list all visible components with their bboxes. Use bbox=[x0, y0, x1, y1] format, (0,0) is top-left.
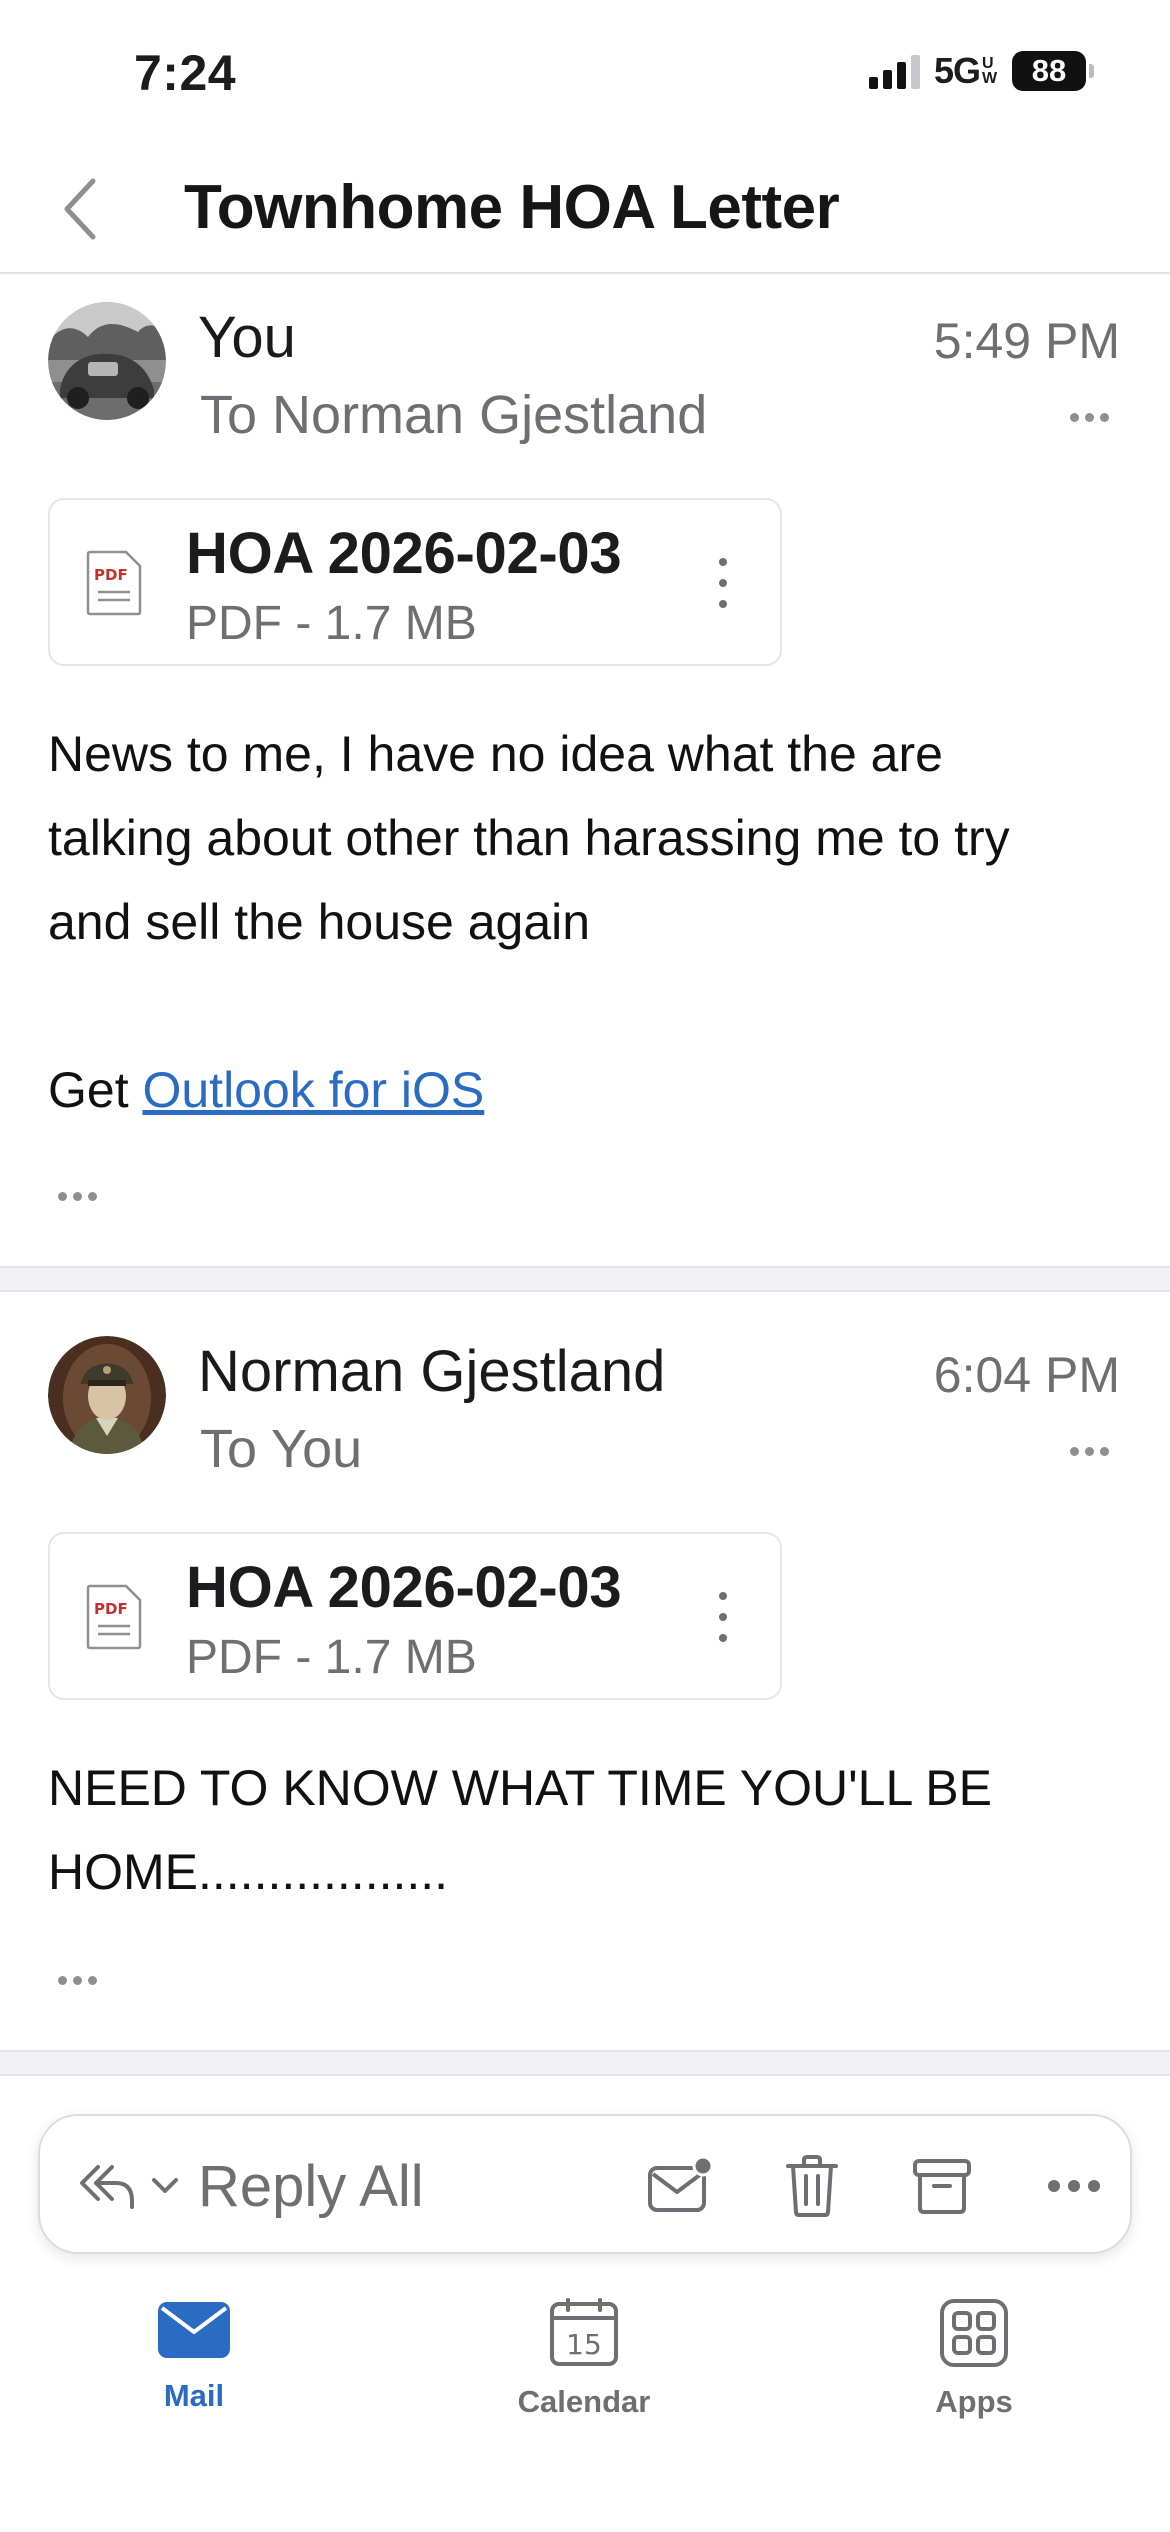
reply-action-bar: Reply All bbox=[38, 2114, 1132, 2254]
avatar-image bbox=[48, 1336, 166, 1454]
body-line: and sell the house again bbox=[48, 894, 591, 950]
calendar-icon: 15 bbox=[550, 2298, 618, 2366]
message-time: 5:49 PM bbox=[933, 313, 1120, 369]
tab-label: Calendar bbox=[517, 2384, 651, 2419]
trash-icon bbox=[786, 2155, 838, 2217]
attachment-meta: PDF - 1.7 MB bbox=[186, 1631, 477, 1684]
archive-button[interactable] bbox=[906, 2150, 978, 2222]
signature-prefix: Get bbox=[48, 1062, 143, 1118]
back-button[interactable] bbox=[44, 174, 114, 244]
outlook-link[interactable]: Outlook for iOS bbox=[142, 1062, 484, 1118]
body-line: NEED TO KNOW WHAT TIME YOU'LL BE bbox=[48, 1760, 992, 1816]
message-time: 6:04 PM bbox=[933, 1347, 1120, 1403]
recipient-line[interactable]: To You bbox=[200, 1418, 362, 1480]
attachment-menu-icon[interactable] bbox=[716, 558, 730, 608]
pdf-label: PDF bbox=[94, 1600, 128, 1618]
status-indicators: 5G UW 88 bbox=[868, 50, 1094, 92]
reply-all-label: Reply All bbox=[198, 2153, 424, 2219]
mark-unread-button[interactable] bbox=[644, 2150, 716, 2222]
reply-all-icon bbox=[80, 2165, 134, 2209]
message-2: Norman Gjestland To You 6:04 PM PDF HOA … bbox=[0, 1310, 1170, 2050]
message-more-icon[interactable] bbox=[1070, 410, 1114, 424]
attachment-meta: PDF - 1.7 MB bbox=[186, 597, 477, 650]
calendar-day: 15 bbox=[566, 2328, 602, 2361]
battery-icon: 88 bbox=[1012, 51, 1094, 91]
avatar-image bbox=[48, 302, 166, 420]
reply-all-button[interactable]: Reply All bbox=[76, 2144, 424, 2228]
network-type: 5G bbox=[933, 50, 981, 91]
status-time: 7:24 bbox=[134, 45, 237, 101]
body-line: HOME.................. bbox=[48, 1844, 449, 1900]
tab-label: Apps bbox=[935, 2384, 1013, 2419]
tab-apps[interactable]: Apps bbox=[854, 2298, 1094, 2420]
pdf-label: PDF bbox=[94, 566, 128, 584]
chevron-left-icon bbox=[64, 178, 96, 240]
thread-title: Townhome HOA Letter bbox=[184, 173, 840, 242]
show-quoted-icon[interactable] bbox=[58, 1976, 108, 1990]
email-signature: Get Outlook for iOS bbox=[48, 1048, 1138, 1132]
message-body: NEED TO KNOW WHAT TIME YOU'LL BE HOME...… bbox=[48, 1746, 1138, 1914]
more-actions-button[interactable] bbox=[1038, 2150, 1110, 2222]
sender-name: Norman Gjestland bbox=[198, 1339, 666, 1404]
status-bar: 7:24 5G UW 88 bbox=[0, 0, 1170, 150]
tab-calendar[interactable]: 15 Calendar bbox=[464, 2298, 704, 2420]
delete-button[interactable] bbox=[776, 2150, 848, 2222]
attachment-name: HOA 2026-02-03 bbox=[186, 521, 622, 586]
message-1: You To Norman Gjestland 5:49 PM PDF HOA … bbox=[0, 276, 1170, 1266]
mark-unread-icon bbox=[648, 2156, 713, 2212]
thread-header: Townhome HOA Letter bbox=[0, 150, 1170, 274]
show-quoted-icon[interactable] bbox=[58, 1192, 108, 1206]
avatar[interactable] bbox=[48, 302, 166, 420]
pdf-file-icon: PDF bbox=[86, 550, 142, 616]
sender-name: You bbox=[198, 305, 296, 370]
recipient-line[interactable]: To Norman Gjestland bbox=[200, 384, 707, 446]
message-separator bbox=[0, 1266, 1170, 1292]
more-icon bbox=[1048, 2180, 1100, 2192]
tab-mail[interactable]: Mail bbox=[74, 2298, 314, 2414]
battery-level: 88 bbox=[1012, 51, 1086, 91]
message-separator bbox=[0, 2050, 1170, 2076]
body-line: talking about other than harassing me to… bbox=[48, 810, 1010, 866]
pdf-file-icon: PDF bbox=[86, 1584, 142, 1650]
tab-bar: Mail 15 Calendar Apps bbox=[0, 2270, 1170, 2532]
attachment-card[interactable]: PDF HOA 2026-02-03 PDF - 1.7 MB bbox=[48, 498, 782, 666]
network-badge: UW bbox=[982, 55, 998, 87]
attachment-name: HOA 2026-02-03 bbox=[186, 1555, 622, 1620]
archive-icon bbox=[913, 2159, 971, 2214]
mail-icon bbox=[158, 2302, 230, 2358]
message-more-icon[interactable] bbox=[1070, 1444, 1114, 1458]
apps-icon bbox=[940, 2299, 1008, 2367]
body-line: News to me, I have no idea what the are bbox=[48, 726, 943, 782]
signal-strength-icon bbox=[868, 53, 920, 89]
attachment-menu-icon[interactable] bbox=[716, 1592, 730, 1642]
chevron-down-icon[interactable] bbox=[148, 2174, 182, 2198]
tab-label: Mail bbox=[163, 2378, 225, 2413]
attachment-card[interactable]: PDF HOA 2026-02-03 PDF - 1.7 MB bbox=[48, 1532, 782, 1700]
avatar[interactable] bbox=[48, 1336, 166, 1454]
message-body: News to me, I have no idea what the are … bbox=[48, 712, 1138, 1132]
